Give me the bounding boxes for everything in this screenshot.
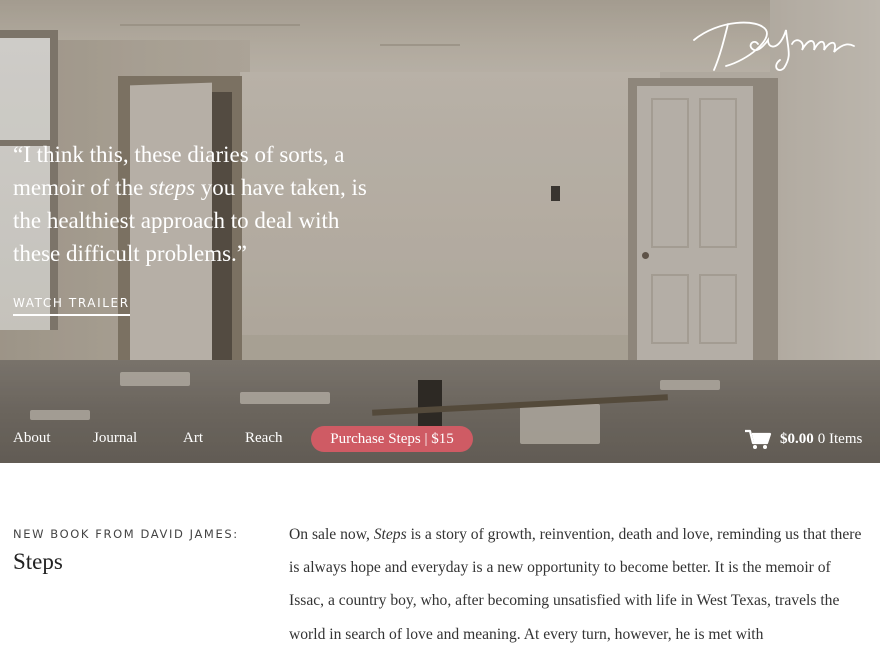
hero-quote-emphasis: steps [149,175,196,200]
book-eyebrow: NEW BOOK FROM DAVID JAMES: [13,527,239,541]
purchase-button[interactable]: Purchase Steps | $15 [311,426,473,452]
watch-trailer-link[interactable]: WATCH TRAILER [13,296,130,316]
cart-total: $0.00 [780,430,814,447]
main-nav: About Journal Art Reach Purchase Steps |… [0,426,880,454]
hero-quote: “I think this, these diaries of sorts, a… [13,138,373,270]
signature-logo[interactable] [688,10,858,76]
book-title: Steps [13,549,63,574]
cart-button[interactable]: $0.00 0 Items [744,426,862,452]
book-description-title: Steps [373,526,407,543]
book-description: On sale now, Steps is a story of growth,… [289,518,867,651]
nav-link-about[interactable]: About [13,430,51,447]
book-description-start: On sale now, [289,526,374,543]
cart-icon [745,429,772,449]
cart-item-count: 0 Items [817,430,863,447]
nav-link-art[interactable]: Art [183,430,203,447]
hero-banner: “I think this, these diaries of sorts, a… [0,0,880,463]
book-description-rest: is a story of growth, reinvention, death… [289,526,862,643]
nav-link-reach[interactable]: Reach [245,430,282,447]
nav-link-journal[interactable]: Journal [93,430,137,447]
